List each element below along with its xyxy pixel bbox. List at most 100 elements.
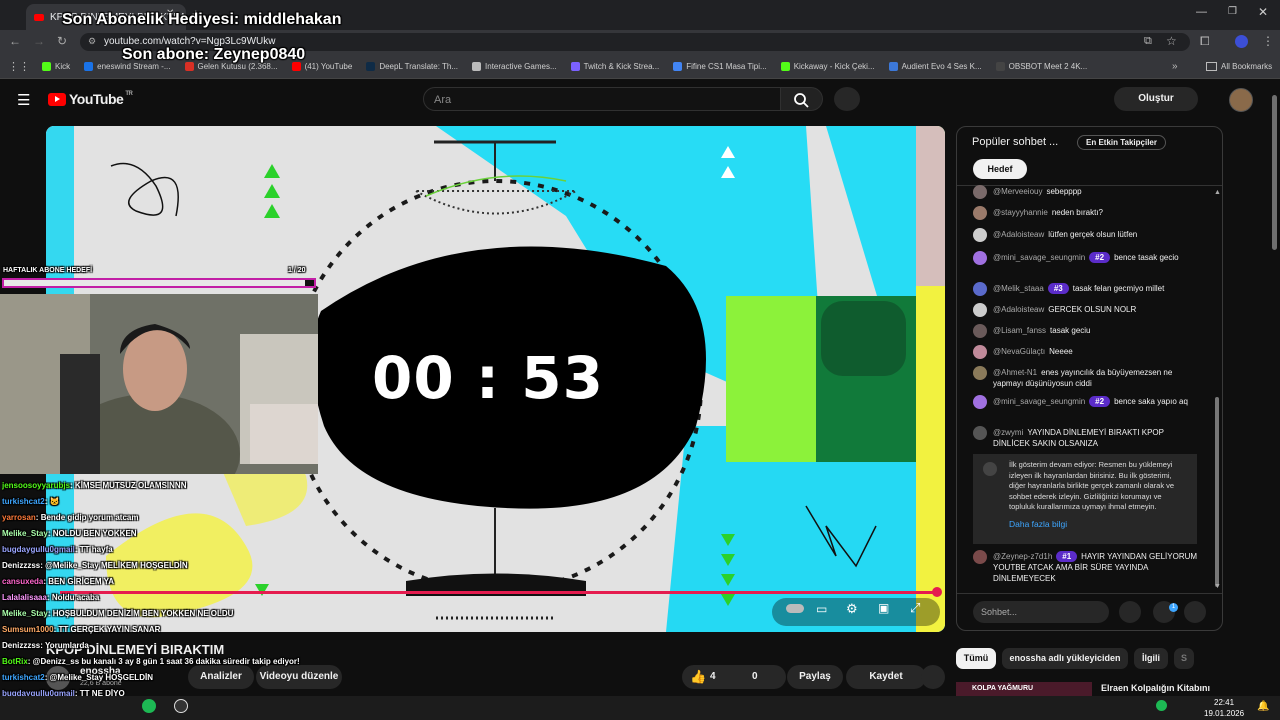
obs-taskbar-icon[interactable] — [174, 699, 188, 713]
apps-grid-icon[interactable]: ⋮⋮ — [8, 60, 30, 73]
chat-message[interactable]: @Zeynep-z7d1h #1 HAYIR YAYINDAN GELİYORUM … — [973, 550, 1198, 584]
site-info-icon[interactable]: ⚙ — [88, 36, 96, 47]
chat-avatar[interactable] — [973, 345, 987, 359]
chat-message[interactable]: @mini_savage_seungmin #2 bence saka yapıo … — [973, 395, 1198, 409]
chat-username[interactable]: @Ahmet-N1 — [993, 368, 1037, 377]
autoplay-toggle[interactable] — [786, 604, 804, 613]
like-icon[interactable]: 👍 — [690, 669, 706, 685]
tray-spotify-icon[interactable] — [1156, 700, 1167, 711]
send-icon[interactable] — [1184, 601, 1206, 623]
bookmark-item[interactable]: Fifine CS1 Masa Tipi... — [673, 61, 767, 71]
system-clock[interactable]: 22:41 19.01.2026 — [1204, 697, 1244, 719]
bookmark-item[interactable]: DeepL Translate: Th... — [366, 61, 458, 71]
related-thumbnail[interactable]: KOLPA YAĞMURU — [956, 682, 1092, 696]
chat-avatar[interactable] — [973, 282, 987, 296]
save-button[interactable]: Kaydet — [846, 665, 926, 689]
bookmark-item[interactable]: Kickaway - Kick Çeki... — [780, 61, 875, 71]
hamburger-menu-icon[interactable]: ☰ — [17, 91, 30, 109]
settings-gear-icon[interactable]: ⚙ — [846, 601, 858, 617]
extensions-icon[interactable]: ⧠ — [1200, 34, 1210, 49]
bookmark-item[interactable]: Twitch & Kick Strea... — [570, 61, 659, 71]
chat-scroll-up-icon[interactable]: ▲ — [1214, 189, 1221, 196]
chip-related[interactable]: İlgili — [1134, 648, 1168, 669]
chat-username[interactable]: @mini_savage_seungmin — [993, 253, 1085, 262]
voice-search-button[interactable] — [834, 87, 860, 111]
chat-avatar[interactable] — [973, 550, 987, 564]
chat-username[interactable]: @stayyyhannie — [993, 208, 1048, 217]
spotify-taskbar-icon[interactable] — [142, 699, 156, 713]
notifications-icon[interactable]: 🔔 — [1257, 701, 1269, 712]
forward-icon[interactable]: → — [33, 34, 45, 48]
chat-username[interactable]: @zwymi — [993, 428, 1023, 437]
chat-message[interactable]: @mini_savage_seungmin #2 bence tasak gecio — [973, 251, 1198, 265]
chat-username[interactable]: @Adaloisteaw — [993, 230, 1044, 239]
bookmark-item[interactable]: Kick — [42, 61, 70, 71]
theater-mode-icon[interactable]: ▣ — [878, 601, 889, 615]
chat-message[interactable]: @Adaloisteaw GERCEK OLSUN NOLR — [973, 303, 1198, 317]
chat-message[interactable]: @stayyyhannie neden bıraktı? — [973, 206, 1198, 220]
chat-message[interactable]: @NevaGülaçtı Neeee — [973, 345, 1198, 359]
chat-username[interactable]: @Melik_staaa — [993, 284, 1044, 293]
page-scrollbar[interactable] — [1272, 95, 1277, 250]
youtube-logo[interactable]: YouTube TR — [48, 91, 133, 107]
chip-more[interactable]: S — [1174, 648, 1194, 669]
chat-username[interactable]: @Zeynep-z7d1h — [993, 552, 1052, 561]
fullscreen-icon[interactable]: ⤢ — [910, 600, 920, 616]
chat-input[interactable]: Sohbet... — [973, 601, 1109, 623]
more-actions-button[interactable] — [921, 665, 945, 689]
chat-avatar[interactable] — [973, 426, 987, 440]
chat-message[interactable]: @Ahmet-N1 enes yayıncılık da büyüyemezsen… — [973, 366, 1198, 389]
chat-message[interactable]: @Adaloisteaw lütfen gerçek olsun lütfen — [973, 228, 1198, 242]
chat-avatar[interactable] — [973, 395, 987, 409]
chat-username[interactable]: @NevaGülaçtı — [993, 347, 1045, 356]
goal-chip[interactable]: Hedef — [973, 159, 1027, 179]
chat-message[interactable]: @Lisam_fanss tasak geciu — [973, 324, 1198, 338]
close-window-icon[interactable]: ✕ — [1258, 5, 1268, 19]
bookmark-item[interactable]: Audient Evo 4 Ses K... — [888, 61, 982, 71]
like-count[interactable]: 4 — [710, 671, 716, 682]
chat-mode-dropdown[interactable]: Popüler sohbet ... — [972, 136, 1058, 148]
emoji-icon[interactable] — [1119, 601, 1141, 623]
bookmarks-overflow-icon[interactable]: » — [1172, 61, 1178, 72]
chat-message[interactable]: @Melik_staaa #3 tasak felan gecmiyo millet — [973, 282, 1198, 296]
search-input[interactable]: Ara — [423, 87, 781, 111]
chat-scrollbar[interactable] — [1215, 397, 1219, 587]
menu-kebab-icon[interactable]: ⋮ — [1262, 34, 1274, 48]
bookmark-star-icon[interactable]: ☆ — [1166, 34, 1177, 48]
chat-scroll-down-icon[interactable]: ▼ — [1214, 583, 1221, 590]
subtitles-icon[interactable]: ▭ — [816, 602, 827, 616]
chat-avatar[interactable] — [973, 228, 987, 242]
create-button[interactable]: Oluştur — [1114, 87, 1198, 111]
chat-message[interactable]: @Merveeiouy sebepppp — [973, 185, 1198, 199]
dislike-count[interactable]: 0 — [752, 671, 758, 682]
chat-message[interactable]: @zwymi YAYINDA DİNLEMEYİ BIRAKTI KPOP DİN… — [973, 426, 1198, 449]
chat-avatar[interactable] — [973, 251, 987, 265]
related-video-title[interactable]: Elraen Kolpalığın Kitabını — [1101, 683, 1210, 693]
bookmark-item[interactable]: Interactive Games... — [472, 61, 557, 71]
chip-from-uploader[interactable]: enossha adlı yükleyiciden — [1002, 648, 1128, 669]
profile-icon[interactable] — [1235, 35, 1248, 48]
account-avatar[interactable] — [1229, 88, 1253, 112]
all-bookmarks[interactable]: All Bookmarks — [1206, 61, 1272, 71]
search-button[interactable] — [781, 87, 823, 111]
chat-avatar[interactable] — [973, 185, 987, 199]
chat-username[interactable]: @mini_savage_seungmin — [993, 397, 1085, 406]
maximize-icon[interactable]: ❐ — [1228, 6, 1237, 17]
chat-username[interactable]: @Adaloisteaw — [993, 305, 1044, 314]
learn-more-link[interactable]: Daha fazla bilgi — [1009, 519, 1187, 530]
cast-icon[interactable]: ⧉ — [1144, 35, 1152, 48]
chip-all[interactable]: Tümü — [956, 648, 996, 669]
bookmark-item[interactable]: OBSBOT Meet 2 4K... — [995, 61, 1087, 71]
chat-avatar[interactable] — [973, 366, 987, 380]
video-scrubber-handle[interactable] — [932, 587, 942, 597]
minimize-icon[interactable]: — — [1196, 6, 1207, 18]
chat-avatar[interactable] — [973, 303, 987, 317]
chat-avatar[interactable] — [973, 206, 987, 220]
chat-username[interactable]: @Merveeiouy — [993, 187, 1042, 196]
back-icon[interactable]: ← — [9, 34, 21, 48]
chat-avatar[interactable] — [973, 324, 987, 338]
chat-username[interactable]: @Lisam_fanss — [993, 326, 1046, 335]
top-supporters-button[interactable]: En Etkin Takipçiler — [1077, 135, 1166, 150]
share-button[interactable]: Paylaş — [787, 665, 843, 689]
reload-icon[interactable]: ↻ — [57, 34, 67, 48]
